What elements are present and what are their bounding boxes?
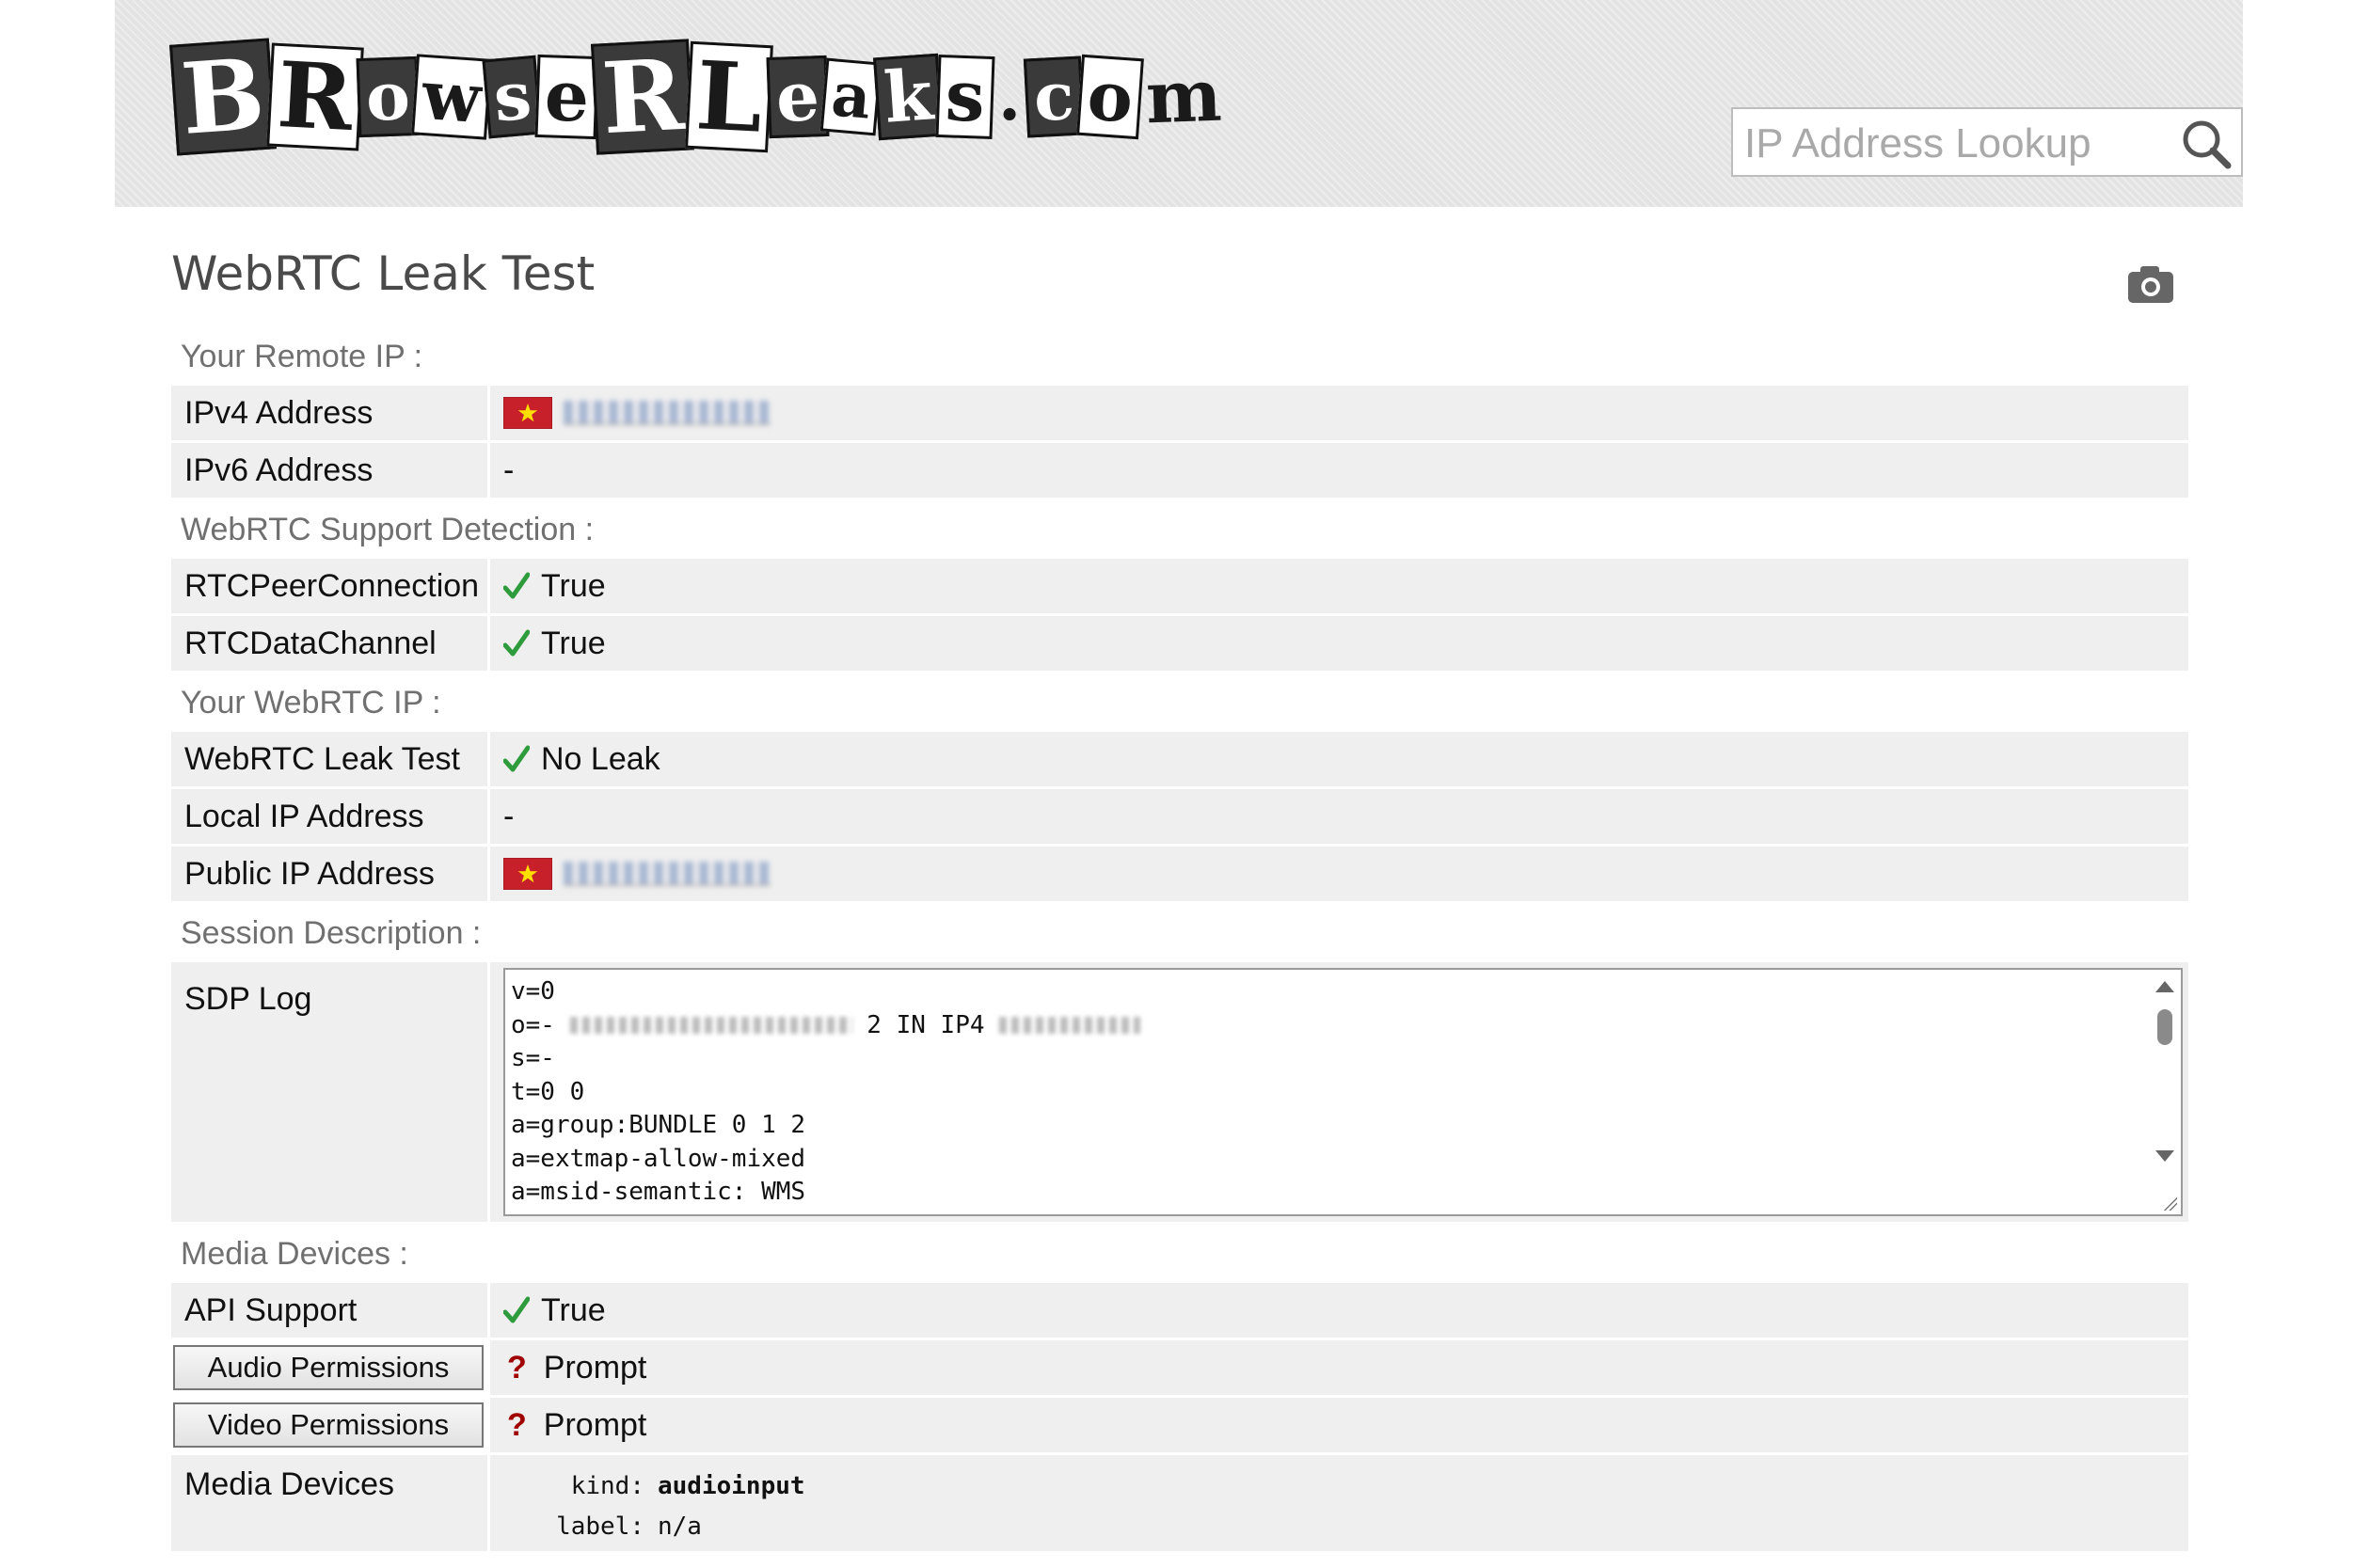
sdp-log-value: v=0 o=- 2 IN IP4 s=- t=0 0 a=group:BUNDL… (490, 962, 2188, 1222)
leak-test-text: No Leak (541, 740, 660, 777)
ipv4-label: IPv4 Address (171, 386, 487, 440)
video-permissions-value: ? Prompt (490, 1398, 2188, 1452)
leak-test-label: WebRTC Leak Test (171, 732, 487, 786)
api-support-text: True (541, 1291, 606, 1328)
audio-permissions-button[interactable]: Audio Permissions (173, 1345, 484, 1390)
sdp-log-content: v=0 o=- 2 IN IP4 s=- t=0 0 a=group:BUNDL… (511, 975, 1141, 1210)
camera-icon[interactable] (2126, 263, 2175, 305)
row-audio-permissions: Audio Permissions ? Prompt (171, 1340, 2188, 1395)
section-webrtc-ip: Your WebRTC IP : (181, 685, 441, 721)
row-rtcpeerconnection: RTCPeerConnection True (171, 559, 2188, 613)
media-devices-value: kind: audioinput label: n/a (490, 1455, 2188, 1551)
row-video-permissions: Video Permissions ? Prompt (171, 1398, 2188, 1452)
row-leak-test: WebRTC Leak Test No Leak (171, 732, 2188, 786)
row-local-ip: Local IP Address - (171, 789, 2188, 844)
public-ip-address-link[interactable] (564, 862, 771, 886)
row-rtcdatachannel: RTCDataChannel True (171, 616, 2188, 671)
row-api-support: API Support True (171, 1283, 2188, 1338)
scroll-thumb[interactable] (2157, 1009, 2172, 1045)
row-public-ip: Public IP Address (171, 847, 2188, 901)
media-devices-label: Media Devices (171, 1455, 487, 1551)
video-permissions-button[interactable]: Video Permissions (173, 1402, 484, 1448)
leak-test-value: No Leak (490, 732, 2188, 786)
api-support-value: True (490, 1283, 2188, 1338)
sdp-line: a=extmap-allow-mixed (511, 1144, 806, 1173)
sdp-log-label: SDP Log (171, 962, 487, 1222)
check-icon (503, 745, 530, 772)
section-webrtc-support: WebRTC Support Detection : (181, 512, 595, 547)
rtcdatachannel-label: RTCDataChannel (171, 616, 487, 671)
ipv6-value: - (490, 443, 2188, 498)
resize-grip-icon[interactable] (2162, 1196, 2177, 1211)
row-ipv4: IPv4 Address (171, 386, 2188, 440)
label-key: label: (556, 1513, 644, 1541)
section-remote-ip: Your Remote IP : (181, 339, 423, 374)
sdp-line: v=0 (511, 977, 555, 1006)
scroll-up-arrow-icon[interactable] (2155, 981, 2174, 992)
audio-permissions-value: ? Prompt (490, 1340, 2188, 1395)
kind-key: kind: (570, 1472, 644, 1500)
question-icon: ? (507, 1406, 527, 1443)
public-ip-label: Public IP Address (171, 847, 487, 901)
check-icon (503, 629, 530, 657)
local-ip-value: - (490, 789, 2188, 844)
row-ipv6: IPv6 Address - (171, 443, 2188, 498)
ipv4-address-link[interactable] (564, 401, 771, 425)
video-permissions-cell: Video Permissions (171, 1398, 487, 1452)
audio-permissions-cell: Audio Permissions (171, 1340, 487, 1395)
question-icon: ? (507, 1349, 527, 1386)
rtcdatachannel-text: True (541, 625, 606, 661)
ipv4-value (490, 386, 2188, 440)
public-ip-value (490, 847, 2188, 901)
sdp-line: o=- (511, 1010, 555, 1039)
video-permissions-text: Prompt (543, 1406, 647, 1443)
ipv6-label: IPv6 Address (171, 443, 487, 498)
sdp-redacted (999, 1017, 1141, 1034)
row-sdp-log: SDP Log v=0 o=- 2 IN IP4 s=- t=0 0 a=gro… (171, 962, 2188, 1222)
site-logo[interactable]: B R o w s e R L e a k s . c o m (169, 26, 1226, 167)
sdp-line: a=msid-semantic: WMS (511, 1178, 806, 1206)
rtcdatachannel-value: True (490, 616, 2188, 671)
scroll-down-arrow-icon[interactable] (2155, 1150, 2174, 1162)
api-support-label: API Support (171, 1283, 487, 1338)
ip-lookup-input[interactable] (1742, 115, 2160, 173)
sdp-line-mid: 2 IN IP4 (866, 1010, 985, 1039)
vietnam-flag-icon (503, 397, 552, 429)
vietnam-flag-icon (503, 858, 552, 890)
rtcpeerconnection-text: True (541, 567, 606, 604)
label-value: n/a (658, 1513, 702, 1541)
site-header: B R o w s e R L e a k s . c o m (115, 0, 2243, 207)
rtcpeerconnection-label: RTCPeerConnection (171, 559, 487, 613)
sdp-log-textarea[interactable]: v=0 o=- 2 IN IP4 s=- t=0 0 a=group:BUNDL… (503, 968, 2183, 1216)
section-media-devices: Media Devices : (181, 1236, 408, 1272)
sdp-line: a=group:BUNDLE 0 1 2 (511, 1111, 806, 1139)
sdp-scrollbar[interactable] (2149, 970, 2181, 1214)
kind-value: audioinput (658, 1472, 805, 1500)
sdp-line: t=0 0 (511, 1077, 585, 1106)
rtcpeerconnection-value: True (490, 559, 2188, 613)
page-title: WebRTC Leak Test (171, 246, 596, 301)
check-icon (503, 1296, 530, 1323)
sdp-line: s=- (511, 1044, 555, 1072)
media-device-entry: kind: audioinput label: n/a (503, 1466, 805, 1547)
row-media-devices: Media Devices kind: audioinput label: n/a (171, 1455, 2188, 1551)
results-panel: Your Remote IP : IPv4 Address IPv6 Addre… (171, 327, 2188, 1554)
section-session-description: Session Description : (181, 915, 482, 951)
audio-permissions-text: Prompt (543, 1349, 647, 1386)
sdp-redacted (569, 1017, 852, 1034)
check-icon (503, 572, 530, 599)
ip-lookup-search (1731, 107, 2243, 177)
local-ip-label: Local IP Address (171, 789, 487, 844)
search-icon[interactable] (2179, 117, 2234, 171)
